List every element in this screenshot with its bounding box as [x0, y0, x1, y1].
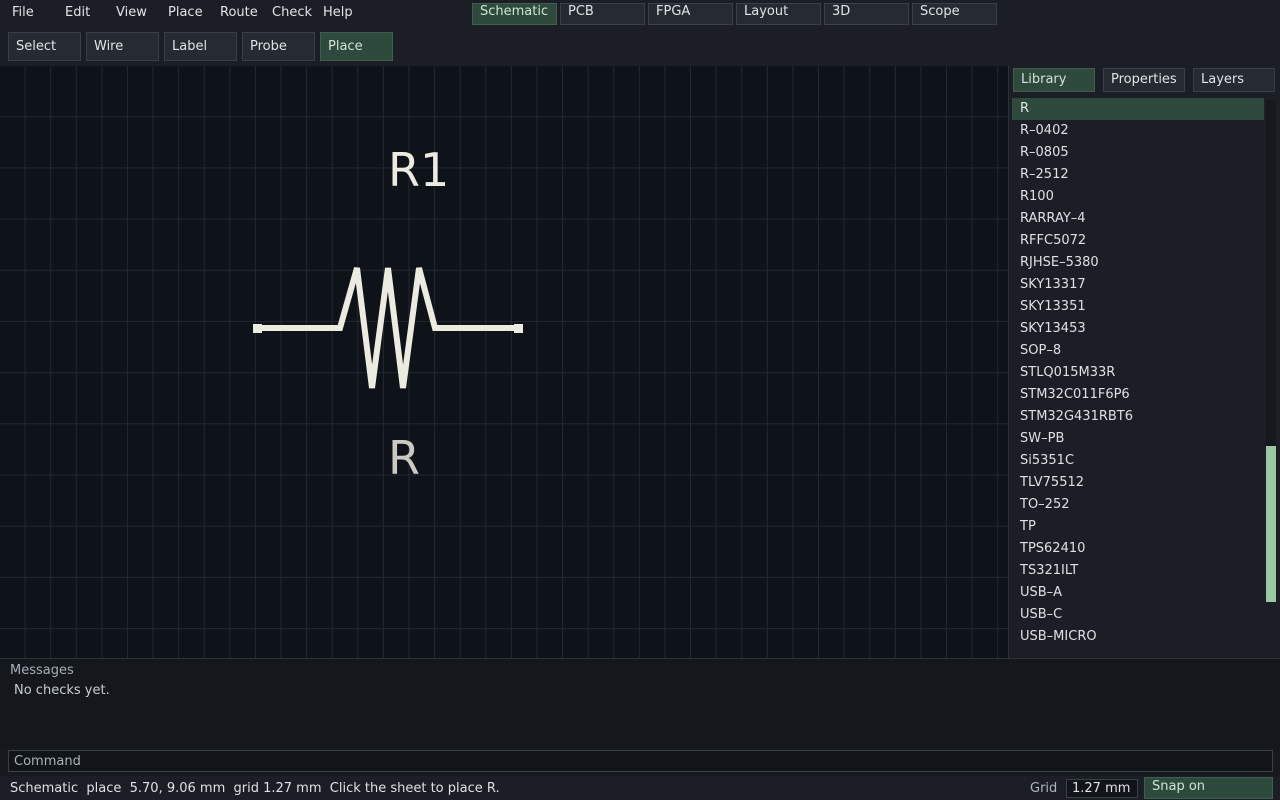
label-tool-button[interactable]: Label: [164, 32, 237, 61]
probe-tool-button[interactable]: Probe: [242, 32, 315, 61]
library-item[interactable]: RJHSE–5380: [1012, 252, 1264, 274]
messages-title: Messages: [10, 663, 74, 678]
select-tool-button[interactable]: Select: [8, 32, 81, 61]
library-item[interactable]: SKY13453: [1012, 318, 1264, 340]
menu-view[interactable]: View: [116, 5, 147, 20]
menu-file[interactable]: File: [12, 5, 34, 20]
menu-place[interactable]: Place: [168, 5, 203, 20]
tab-library[interactable]: Library: [1013, 68, 1095, 92]
library-item[interactable]: TP: [1012, 516, 1264, 538]
tab-properties[interactable]: Properties: [1103, 68, 1185, 92]
library-item[interactable]: R100: [1012, 186, 1264, 208]
resistor-zigzag-icon: [253, 267, 523, 389]
library-list: R R–0402 R–0805 R–2512 R100 RARRAY–4 RFFC5072 R…: [1012, 98, 1264, 648]
library-item[interactable]: R–2512: [1012, 164, 1264, 186]
library-item[interactable]: Si5351C: [1012, 450, 1264, 472]
library-item[interactable]: RFFC5072: [1012, 230, 1264, 252]
tab-pcb[interactable]: PCB: [560, 3, 645, 25]
menu-route[interactable]: Route: [220, 5, 258, 20]
library-item[interactable]: SKY13351: [1012, 296, 1264, 318]
tab-scope[interactable]: Scope: [912, 3, 997, 25]
messages-body: No checks yet.: [14, 683, 110, 698]
status-text: Schematic place 5.70, 9.06 mm grid 1.27 …: [10, 781, 500, 796]
library-scrollbar[interactable]: [1266, 100, 1276, 602]
menu-bar: File Edit View Place Route Check Help Sc…: [0, 0, 1280, 28]
snap-toggle[interactable]: Snap on: [1144, 777, 1273, 799]
schematic-canvas[interactable]: R1 R: [0, 66, 1008, 658]
component-preview: R1 R: [253, 143, 523, 485]
scrollbar-thumb[interactable]: [1266, 446, 1276, 602]
place-tool-button[interactable]: Place: [320, 32, 393, 61]
library-item[interactable]: TLV75512: [1012, 472, 1264, 494]
tab-schematic[interactable]: Schematic: [472, 3, 557, 25]
library-item[interactable]: SKY13317: [1012, 274, 1264, 296]
tab-layers[interactable]: Layers: [1193, 68, 1275, 92]
tab-3d[interactable]: 3D: [824, 3, 909, 25]
library-item[interactable]: USB–MICRO: [1012, 626, 1264, 648]
library-item[interactable]: R–0402: [1012, 120, 1264, 142]
status-bar: Schematic place 5.70, 9.06 mm grid 1.27 …: [0, 776, 1280, 800]
library-item[interactable]: TPS62410: [1012, 538, 1264, 560]
library-item[interactable]: TS321ILT: [1012, 560, 1264, 582]
library-item[interactable]: STLQ015M33R: [1012, 362, 1264, 384]
library-item[interactable]: RARRAY–4: [1012, 208, 1264, 230]
tab-layout[interactable]: Layout: [736, 3, 821, 25]
command-input[interactable]: [8, 750, 1273, 772]
library-item[interactable]: SW–PB: [1012, 428, 1264, 450]
toolbar: Select Wire Label Probe Place: [0, 28, 1280, 66]
designator-label: R1: [388, 143, 449, 197]
menu-check[interactable]: Check: [272, 5, 312, 20]
library-item[interactable]: TO–252: [1012, 494, 1264, 516]
library-item[interactable]: STM32C011F6P6: [1012, 384, 1264, 406]
pin-right: [514, 324, 523, 333]
library-item[interactable]: R–0805: [1012, 142, 1264, 164]
library-item[interactable]: STM32G431RBT6: [1012, 406, 1264, 428]
menu-edit[interactable]: Edit: [65, 5, 90, 20]
side-panel: Library Properties Layers R R–0402 R–0805 R…: [1008, 66, 1280, 658]
messages-panel: Messages No checks yet.: [0, 658, 1280, 748]
library-item[interactable]: R: [1012, 98, 1264, 120]
wire-tool-button[interactable]: Wire: [86, 32, 159, 61]
library-item[interactable]: USB–A: [1012, 582, 1264, 604]
pin-left: [253, 324, 262, 333]
library-item[interactable]: USB–C: [1012, 604, 1264, 626]
tab-fpga[interactable]: FPGA: [648, 3, 733, 25]
resistor-body: [257, 267, 518, 389]
menu-help[interactable]: Help: [323, 5, 353, 20]
grid-size-input[interactable]: [1066, 779, 1138, 798]
value-label: R: [388, 431, 420, 485]
library-item[interactable]: SOP–8: [1012, 340, 1264, 362]
grid-label: Grid: [1030, 781, 1058, 796]
